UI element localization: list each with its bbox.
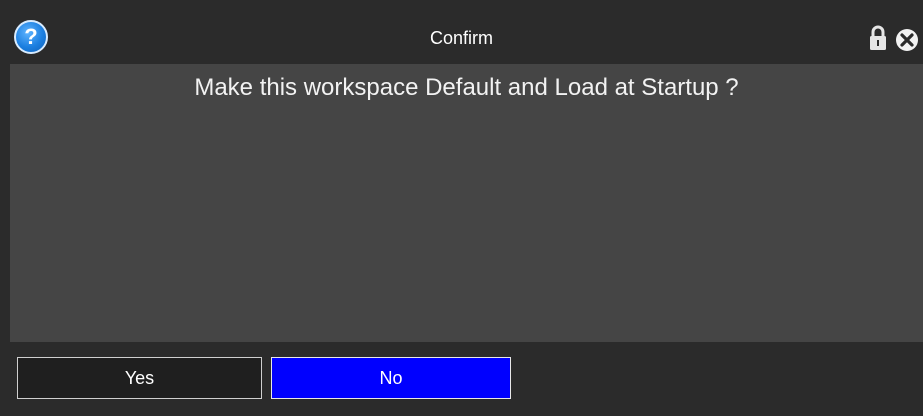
confirm-dialog: ? Confirm Make this workspace Default an… — [0, 0, 923, 416]
lock-icon[interactable] — [868, 24, 888, 52]
title-bar: ? Confirm — [0, 0, 923, 64]
dialog-title: Confirm — [429, 28, 493, 48]
message-panel: Make this workspace Default and Load at … — [10, 64, 923, 342]
yes-button[interactable]: Yes — [17, 357, 262, 399]
close-icon[interactable] — [893, 28, 923, 52]
confirm-message: Make this workspace Default and Load at … — [194, 74, 739, 101]
no-button[interactable]: No — [271, 357, 511, 399]
button-bar: Yes No — [0, 342, 923, 416]
